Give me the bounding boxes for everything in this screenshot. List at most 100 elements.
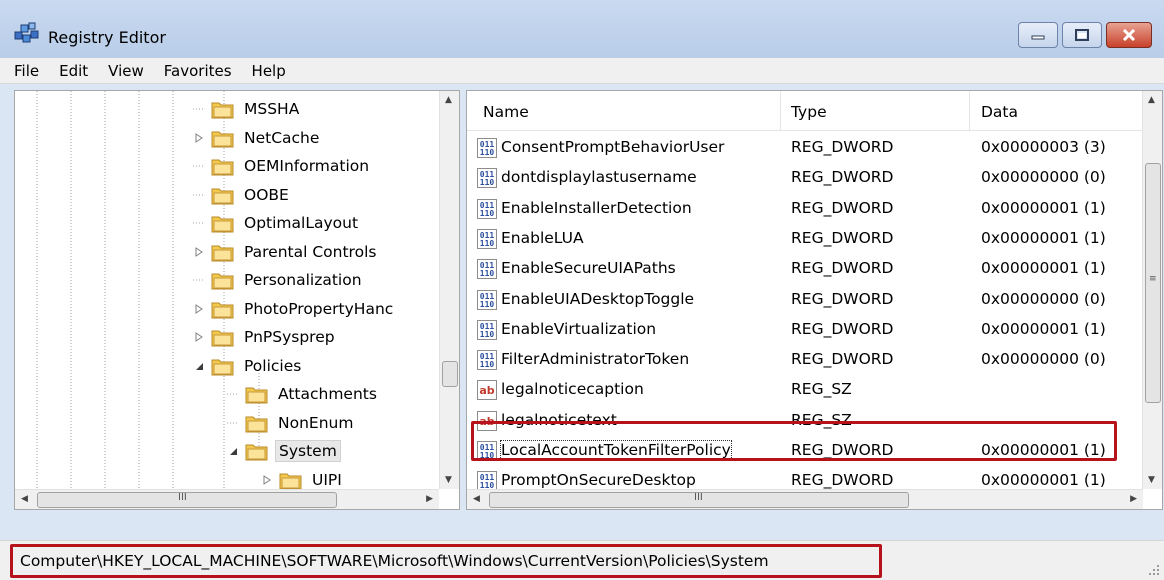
expand-arrow-icon[interactable] (193, 331, 205, 343)
tree-item-label: OptimalLayout (244, 214, 359, 232)
close-button[interactable] (1106, 22, 1152, 48)
tree-item[interactable]: PhotoPropertyHanc (193, 295, 396, 323)
folder-icon (245, 444, 268, 461)
scroll-up-arrow-icon[interactable]: ▲ (445, 95, 452, 105)
column-header-type[interactable]: Type (791, 103, 827, 121)
tree-item[interactable]: NonEnum (227, 409, 356, 437)
value-data: 0x00000003 (3) (981, 138, 1106, 156)
title-bar[interactable]: Registry Editor (0, 0, 1164, 58)
svg-text:110: 110 (480, 300, 495, 309)
value-name: EnableVirtualization (501, 319, 657, 338)
registry-editor-window: Registry Editor File Edit View Favorites… (0, 0, 1164, 580)
dword-value-icon: 011110 (477, 168, 497, 189)
value-name: EnableLUA (501, 228, 584, 247)
tree-item[interactable]: Personalization (193, 266, 365, 294)
column-header-data[interactable]: Data (981, 103, 1018, 121)
scroll-left-arrow-icon[interactable]: ◀ (21, 494, 28, 504)
value-type: REG_DWORD (791, 198, 894, 217)
tree-item-label: Parental Controls (244, 242, 377, 261)
list-horizontal-scrollbar[interactable]: ◀ III ▶ (467, 489, 1143, 509)
tree-vertical-scrollbar[interactable]: ▲ ▼ (439, 91, 459, 489)
value-row[interactable]: 011 110 dontdisplaylastusername REG_DWORD 0x… (467, 163, 1143, 193)
tree-vertical-thumb[interactable] (442, 361, 458, 387)
tree-item[interactable]: PnPSysprep (193, 323, 338, 351)
expand-arrow-icon[interactable] (193, 132, 205, 144)
tree-item[interactable]: OptimalLayout (193, 209, 361, 237)
tree-item[interactable]: Parental Controls (193, 238, 379, 266)
list-vertical-thumb[interactable]: ≡ (1145, 163, 1161, 403)
value-row[interactable]: 011 110 EnableInstallerDetection REG_DWORD 0… (467, 194, 1143, 224)
scroll-down-arrow-icon[interactable]: ▼ (1148, 475, 1155, 485)
menu-file[interactable]: File (4, 62, 49, 80)
resize-grip-icon[interactable] (1148, 564, 1160, 576)
values-list-pane[interactable]: Name Type Data 011 110 ConsentPromptBehavi… (466, 90, 1163, 510)
minimize-button[interactable] (1018, 22, 1058, 48)
value-data: 0x00000000 (0) (981, 350, 1106, 369)
tree-item-label: PnPSysprep (244, 328, 335, 346)
value-row[interactable]: 011 110 EnableLUA REG_DWORD 0x00000001 (1) (467, 224, 1143, 254)
value-name: legalnoticecaption (501, 380, 644, 399)
value-type: REG_DWORD (791, 319, 894, 338)
scroll-right-arrow-icon[interactable]: ▶ (1130, 494, 1137, 504)
folder-icon (211, 131, 234, 147)
value-data: 0x00000000 (0) (981, 289, 1106, 308)
menu-edit[interactable]: Edit (49, 62, 98, 80)
tree-item[interactable]: MSSHA (193, 95, 302, 123)
column-divider[interactable] (780, 91, 781, 131)
value-row[interactable]: 011 110 EnableUIADesktopToggle REG_DWORD 0x0… (467, 285, 1143, 315)
value-row[interactable]: 011 110 FilterAdministratorToken REG_DWORD 0… (467, 345, 1143, 375)
value-type: REG_DWORD (791, 289, 894, 308)
expand-arrow-icon[interactable] (193, 246, 205, 258)
column-header-name[interactable]: Name (483, 103, 529, 121)
value-name: EnableUIADesktopToggle (501, 289, 695, 308)
maximize-button[interactable] (1062, 22, 1102, 48)
folder-icon (211, 359, 234, 375)
tree-item[interactable]: OOBE (193, 181, 292, 209)
menu-favorites[interactable]: Favorites (154, 62, 242, 80)
tree-item-label: Attachments (278, 385, 377, 403)
folder-icon (211, 188, 234, 204)
key-tree-pane[interactable]: MSSHA NetCache OEMInformation OOBE OptimalLa… (14, 90, 460, 510)
tree-item[interactable]: NetCache (193, 124, 322, 152)
tree-horizontal-scrollbar[interactable]: ◀ III ▶ (15, 489, 439, 509)
scroll-right-arrow-icon[interactable]: ▶ (426, 494, 433, 504)
collapse-arrow-icon[interactable] (193, 360, 205, 372)
folder-icon (211, 273, 234, 290)
svg-text:110: 110 (480, 269, 495, 278)
svg-text:110: 110 (480, 148, 495, 157)
value-type: REG_DWORD (791, 228, 894, 247)
value-data: 0x00000001 (1) (981, 319, 1106, 338)
svg-text:110: 110 (480, 209, 495, 218)
folder-icon (211, 159, 234, 176)
thumb-grip-icon: III (178, 492, 187, 503)
tree-item[interactable]: System (227, 437, 341, 465)
menu-view[interactable]: View (98, 62, 154, 80)
value-row[interactable]: ab legalnoticecaption REG_SZ (467, 375, 1143, 405)
value-row[interactable]: 011 110 EnableVirtualization REG_DWORD 0x000… (467, 315, 1143, 345)
scroll-left-arrow-icon[interactable]: ◀ (473, 494, 480, 504)
menu-help[interactable]: Help (242, 62, 296, 80)
dword-value-icon: 011110 (477, 350, 497, 371)
tree-item[interactable]: OEMInformation (193, 152, 372, 180)
value-row[interactable]: 011 110 ConsentPromptBehaviorUser REG_DWORD… (467, 133, 1143, 163)
tree-horizontal-thumb[interactable]: III (37, 492, 337, 508)
value-row[interactable]: 011 110 EnableSecureUIAPaths REG_DWORD 0x000… (467, 254, 1143, 284)
value-type: REG_DWORD (791, 138, 894, 156)
dword-value-icon: 011110 (477, 198, 497, 219)
tree-item[interactable]: Policies (193, 352, 304, 380)
scroll-down-arrow-icon[interactable]: ▼ (445, 475, 452, 485)
value-type: REG_DWORD (791, 350, 894, 369)
tree-item-label: Policies (244, 356, 302, 375)
collapse-arrow-icon[interactable] (227, 445, 239, 457)
list-horizontal-thumb[interactable]: III (489, 492, 909, 508)
column-divider[interactable] (969, 91, 970, 131)
expand-arrow-icon[interactable] (193, 303, 205, 315)
tree-connector-icon (193, 222, 205, 224)
value-data: 0x00000000 (0) (981, 168, 1106, 187)
list-vertical-scrollbar[interactable]: ▲ ≡ ▼ (1142, 91, 1162, 489)
tree-item[interactable]: Attachments (227, 380, 380, 408)
status-bar: Computer\HKEY_LOCAL_MACHINE\SOFTWARE\Mic… (0, 540, 1164, 580)
thumb-grip-icon: ≡ (1149, 274, 1157, 284)
expand-arrow-icon[interactable] (261, 474, 273, 486)
scroll-up-arrow-icon[interactable]: ▲ (1148, 95, 1155, 105)
